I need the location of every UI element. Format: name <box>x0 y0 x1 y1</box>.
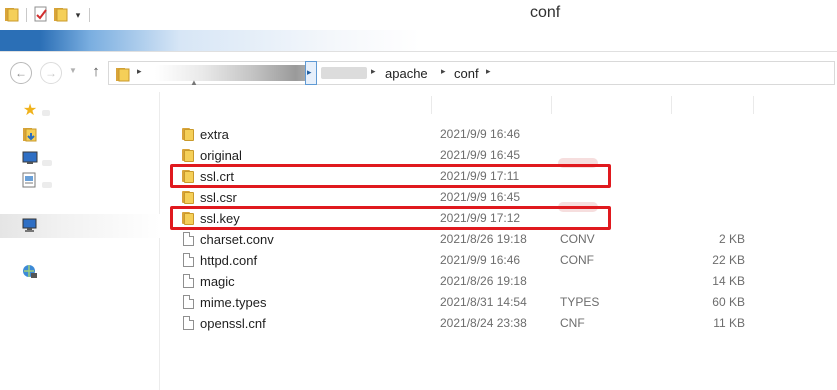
breadcrumb-conf[interactable]: conf <box>454 66 479 81</box>
highlight-box-ssl-key <box>170 206 611 230</box>
ribbon-tabs[interactable] <box>0 30 837 52</box>
file-name: extra <box>200 127 229 142</box>
title-bar: ▾ conf <box>0 0 837 30</box>
file-row[interactable]: ssl.csr 2021/9/9 16:45 <box>160 187 837 208</box>
column-header-size[interactable] <box>672 96 754 114</box>
document-icon <box>180 252 196 268</box>
new-folder-icon[interactable] <box>53 6 69 25</box>
nav-item-network[interactable] <box>20 264 40 282</box>
file-type: CNF <box>560 316 585 330</box>
recent-places-icon <box>21 171 39 192</box>
redacted-breadcrumb[interactable] <box>321 67 367 79</box>
file-row[interactable]: original 2021/9/9 16:45 <box>160 145 837 166</box>
navigation-pane: ★ <box>0 92 160 390</box>
highlight-box-ssl-crt <box>170 164 611 188</box>
file-date: 2021/9/9 16:45 <box>440 148 521 162</box>
downloads-folder-icon <box>21 125 39 146</box>
nav-item-recent-places[interactable] <box>20 172 40 190</box>
file-name: magic <box>200 274 235 289</box>
forward-arrow-icon: → <box>45 66 57 80</box>
nav-item-computer[interactable] <box>20 217 40 235</box>
forward-button[interactable]: → <box>40 62 62 84</box>
desktop-icon <box>21 149 39 170</box>
folder-icon <box>180 147 196 163</box>
nav-item-desktop[interactable] <box>20 150 40 168</box>
caret-up-icon: ▲ <box>190 78 198 87</box>
nav-item-favorites[interactable]: ★ <box>20 102 40 120</box>
back-button[interactable]: ← <box>10 62 32 84</box>
file-type: CONF <box>560 253 594 267</box>
file-row[interactable]: httpd.conf 2021/9/9 16:46 CONF 22 KB <box>160 250 837 271</box>
file-date: 2021/8/26 19:18 <box>440 232 527 246</box>
nav-item-downloads[interactable] <box>20 126 40 144</box>
properties-icon[interactable] <box>33 6 49 25</box>
redacted-breadcrumb[interactable] <box>155 65 315 81</box>
toolbar-divider <box>89 8 90 22</box>
folder-icon <box>115 66 131 85</box>
breadcrumb-separator-icon[interactable]: ▸ <box>441 66 446 77</box>
file-name: charset.conv <box>200 232 274 247</box>
file-date: 2021/8/26 19:18 <box>440 274 527 288</box>
folder-icon <box>4 6 20 25</box>
navigation-bar: ← → ▼ ↑ ▸ ▸ ▸ apache ▸ conf ▸ ▲ <box>0 52 837 92</box>
computer-icon <box>21 216 39 237</box>
breadcrumb-expander[interactable]: ▸ <box>305 61 317 85</box>
file-row[interactable]: extra 2021/9/9 16:46 <box>160 124 837 145</box>
file-size: 22 KB <box>712 253 745 267</box>
file-size: 2 KB <box>718 232 745 246</box>
file-row[interactable]: openssl.cnf 2021/8/24 23:38 CNF 11 KB <box>160 313 837 334</box>
column-header-date[interactable] <box>432 96 552 114</box>
folder-icon <box>180 189 196 205</box>
file-size: 60 KB <box>712 295 745 309</box>
recent-locations-dropdown[interactable]: ▼ <box>69 66 77 75</box>
document-icon <box>180 231 196 247</box>
address-bar[interactable]: ▸ ▸ ▸ apache ▸ conf ▸ <box>108 61 835 85</box>
file-date: 2021/9/9 16:46 <box>440 127 521 141</box>
up-button[interactable]: ↑ <box>88 63 104 80</box>
redacted-label <box>42 110 50 116</box>
window-title: conf <box>530 4 561 21</box>
file-size: 14 KB <box>712 274 745 288</box>
document-icon <box>180 315 196 331</box>
redacted-label <box>42 182 52 188</box>
file-row[interactable]: magic 2021/8/26 19:18 14 KB <box>160 271 837 292</box>
breadcrumb-separator-icon[interactable]: ▸ <box>371 66 376 77</box>
network-icon <box>21 263 39 284</box>
file-name: httpd.conf <box>200 253 258 268</box>
breadcrumb-separator-icon[interactable]: ▸ <box>486 66 491 77</box>
breadcrumb-separator-icon[interactable]: ▸ <box>137 66 142 77</box>
file-name: openssl.cnf <box>200 316 266 331</box>
column-header-type[interactable] <box>552 96 672 114</box>
file-date: 2021/9/9 16:46 <box>440 253 521 267</box>
file-name: ssl.csr <box>200 190 237 205</box>
column-headers <box>160 92 755 118</box>
file-date: 2021/9/9 16:45 <box>440 190 521 204</box>
document-icon <box>180 294 196 310</box>
breadcrumb-apache[interactable]: apache <box>385 66 428 81</box>
file-row[interactable]: mime.types 2021/8/31 14:54 TYPES 60 KB <box>160 292 837 313</box>
file-row[interactable]: charset.conv 2021/8/26 19:18 CONV 2 KB <box>160 229 837 250</box>
up-arrow-icon: ↑ <box>92 63 100 80</box>
file-type: CONV <box>560 232 595 246</box>
redacted-label <box>42 160 52 166</box>
customize-toolbar-icon[interactable]: ▾ <box>73 10 83 21</box>
file-name: original <box>200 148 242 163</box>
file-name: mime.types <box>200 295 267 310</box>
quick-access-toolbar: ▾ <box>4 6 92 24</box>
file-date: 2021/8/31 14:54 <box>440 295 527 309</box>
column-header-name[interactable] <box>160 96 432 114</box>
file-date: 2021/8/24 23:38 <box>440 316 527 330</box>
toolbar-divider <box>26 8 27 22</box>
file-type: TYPES <box>560 295 600 309</box>
folder-icon <box>180 126 196 142</box>
star-icon: ★ <box>22 102 38 119</box>
back-arrow-icon: ← <box>15 66 27 80</box>
document-icon <box>180 273 196 289</box>
file-size: 11 KB <box>713 316 745 330</box>
breadcrumb-separator-icon: ▸ <box>307 67 312 77</box>
